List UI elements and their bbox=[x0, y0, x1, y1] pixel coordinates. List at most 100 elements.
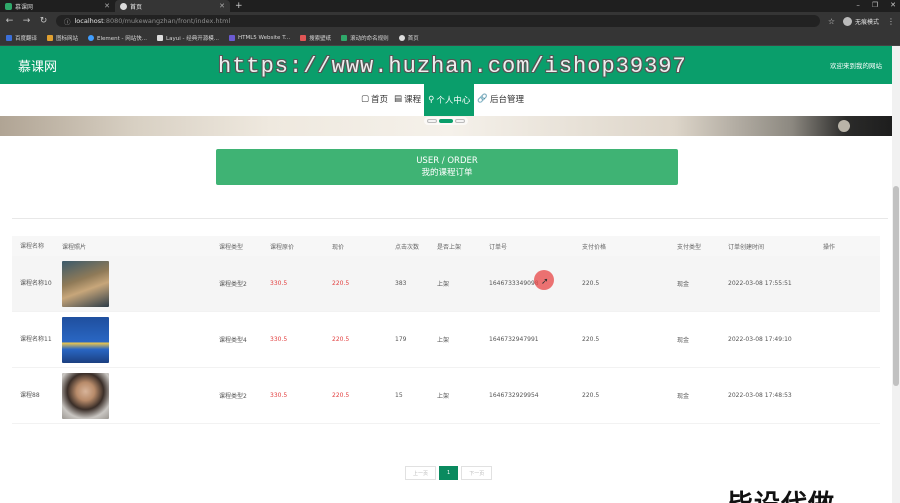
folder-icon bbox=[47, 34, 54, 41]
next-page-button[interactable]: 下一页 bbox=[461, 466, 493, 480]
layui-icon bbox=[157, 34, 164, 41]
col-header: 点击次数 bbox=[395, 243, 420, 251]
bookmark-item[interactable]: Element - 网站快... bbox=[88, 34, 147, 42]
table-header: 课程名称 课程照片 课程类型 课程原价 现价 点击次数 是否上架 订单号 支付价… bbox=[12, 236, 880, 256]
table-row[interactable]: 课程名称11 课程类型4 330.5 220.5 179 上架 16467329… bbox=[12, 312, 880, 368]
forward-icon[interactable]: → bbox=[22, 16, 31, 26]
carousel-dot-active[interactable] bbox=[439, 119, 453, 123]
order-number: 1646733349098 bbox=[489, 280, 539, 287]
home-icon: ▢ bbox=[361, 94, 370, 104]
course-photo[interactable] bbox=[62, 316, 109, 363]
tab-title: 慕课网 bbox=[15, 3, 34, 11]
globe-icon bbox=[398, 34, 405, 41]
page-viewport: 慕课网 欢迎来到我的网站 ▢ 首页 ▤ 课程 ⚲ 个人中心 🔗 后台管理 htt… bbox=[0, 46, 900, 503]
click-count: 15 bbox=[395, 392, 403, 399]
wallpaper-icon bbox=[300, 34, 307, 41]
pagination: 上一页 1 下一页 bbox=[405, 466, 493, 480]
user-icon: ⚲ bbox=[428, 95, 435, 105]
table-row[interactable]: 课程88 课程类型2 330.5 220.5 15 上架 16467329299… bbox=[12, 368, 880, 424]
course-name: 课程88 bbox=[20, 392, 40, 399]
address-bar: ← → ↻ ⓘ localhost:8080/mukewangzhan/fron… bbox=[0, 12, 900, 30]
menu-label: 后台管理 bbox=[489, 95, 524, 105]
tab-mukewang[interactable]: 慕课网 ✕ bbox=[0, 0, 115, 12]
menu-item-admin[interactable]: 🔗 后台管理 bbox=[474, 84, 527, 114]
paid-price: 220.5 bbox=[582, 280, 600, 287]
table-row[interactable]: 课程名称10 课程类型2 330.5 220.5 383 上架 16467333… bbox=[12, 256, 880, 312]
bookmark-item[interactable]: 滚动的命名规则 bbox=[341, 34, 389, 42]
browser-tabbar: 慕课网 ✕ 首页 ✕ + – ❐ ✕ bbox=[0, 0, 900, 12]
url-input[interactable]: ⓘ localhost:8080/mukewangzhan/front/inde… bbox=[56, 15, 820, 27]
carousel-indicator bbox=[424, 117, 468, 125]
overlay-ad-text: 毕设代做 bbox=[727, 484, 835, 503]
bookmark-item[interactable]: 百度翻译 bbox=[6, 34, 37, 42]
course-photo[interactable] bbox=[62, 260, 109, 307]
section-title-en: USER / ORDER bbox=[416, 156, 478, 166]
payment-type: 现金 bbox=[677, 337, 690, 344]
minimize-icon[interactable]: – bbox=[856, 0, 860, 11]
course-type: 课程类型2 bbox=[219, 393, 247, 400]
restore-icon[interactable]: ❐ bbox=[872, 0, 878, 11]
globe-favicon-icon bbox=[120, 2, 127, 10]
incognito-profile[interactable]: 无痕模式 bbox=[842, 16, 879, 26]
watermark-url: https://www.huzhan.com/ishop39397 bbox=[218, 54, 687, 79]
site-brand[interactable]: 慕课网 bbox=[18, 56, 57, 75]
paid-price: 220.5 bbox=[582, 336, 600, 343]
bookmark-item[interactable]: HTML5 Website T... bbox=[228, 34, 290, 41]
col-header: 课程照片 bbox=[62, 243, 87, 251]
bookmarks-bar: 百度翻译 图标网站 Element - 网站快... Layui - 经典开源模… bbox=[0, 30, 900, 46]
course-photo-cell bbox=[54, 260, 211, 307]
order-time: 2022-03-08 17:49:10 bbox=[728, 336, 792, 343]
tab-home[interactable]: 首页 ✕ bbox=[115, 0, 230, 12]
menu-item-home[interactable]: ▢ 首页 bbox=[358, 84, 391, 114]
bookmark-item[interactable]: Layui - 经典开源模... bbox=[157, 34, 219, 42]
close-window-icon[interactable]: ✕ bbox=[890, 0, 896, 11]
current-price: 220.5 bbox=[332, 280, 350, 287]
moon-decoration bbox=[838, 120, 850, 132]
col-header: 课程原价 bbox=[270, 243, 295, 251]
scrollbar-thumb[interactable] bbox=[893, 186, 899, 386]
payment-type: 现金 bbox=[677, 393, 690, 400]
vue-favicon-icon bbox=[5, 2, 12, 10]
reload-icon[interactable]: ↻ bbox=[39, 16, 48, 26]
bookmark-item[interactable]: 图标网站 bbox=[47, 34, 78, 42]
url-path: :8080/mukewangzhan/front/index.html bbox=[103, 17, 231, 25]
back-icon[interactable]: ← bbox=[5, 16, 14, 26]
col-header: 订单号 bbox=[489, 243, 508, 251]
carousel-dot[interactable] bbox=[427, 119, 437, 123]
original-price: 330.5 bbox=[270, 336, 288, 343]
prev-page-button[interactable]: 上一页 bbox=[405, 466, 437, 480]
order-time: 2022-03-08 17:48:53 bbox=[728, 392, 792, 399]
click-count: 179 bbox=[395, 336, 407, 343]
course-icon: ▤ bbox=[394, 94, 403, 104]
course-photo-cell bbox=[54, 316, 211, 363]
close-tab-icon[interactable]: ✕ bbox=[219, 2, 225, 10]
menu-item-courses[interactable]: ▤ 课程 bbox=[391, 84, 424, 114]
page-scrollbar[interactable] bbox=[892, 46, 900, 503]
shelf-status: 上架 bbox=[437, 393, 450, 400]
click-count: 383 bbox=[395, 280, 407, 287]
new-tab-icon[interactable]: + bbox=[230, 0, 248, 12]
element-icon bbox=[88, 34, 95, 41]
menu-item-user-center[interactable]: ⚲ 个人中心 bbox=[424, 84, 475, 116]
course-photo[interactable] bbox=[62, 372, 109, 419]
bookmark-item[interactable]: 搜索壁纸 bbox=[300, 34, 331, 42]
menu-kebab-icon[interactable]: ⋮ bbox=[887, 17, 895, 26]
close-tab-icon[interactable]: ✕ bbox=[104, 2, 110, 10]
incognito-icon bbox=[842, 16, 852, 26]
bookmark-label: 首页 bbox=[407, 35, 419, 42]
html5-icon bbox=[228, 34, 235, 41]
carousel-dot[interactable] bbox=[455, 119, 465, 123]
original-price: 330.5 bbox=[270, 280, 288, 287]
order-number: 1646732947991 bbox=[489, 336, 539, 343]
info-icon: ⓘ bbox=[64, 18, 71, 26]
course-name: 课程名称11 bbox=[20, 336, 52, 343]
col-header: 课程类型 bbox=[219, 243, 244, 251]
bookmark-star-icon[interactable]: ☆ bbox=[828, 17, 835, 26]
tab-title: 首页 bbox=[130, 3, 143, 11]
current-page-button[interactable]: 1 bbox=[439, 466, 459, 480]
current-price: 220.5 bbox=[332, 392, 350, 399]
doc-icon bbox=[341, 34, 348, 41]
col-header: 订单创建时间 bbox=[728, 243, 765, 251]
menu-label: 首页 bbox=[371, 95, 389, 105]
bookmark-item[interactable]: 首页 bbox=[398, 34, 419, 42]
